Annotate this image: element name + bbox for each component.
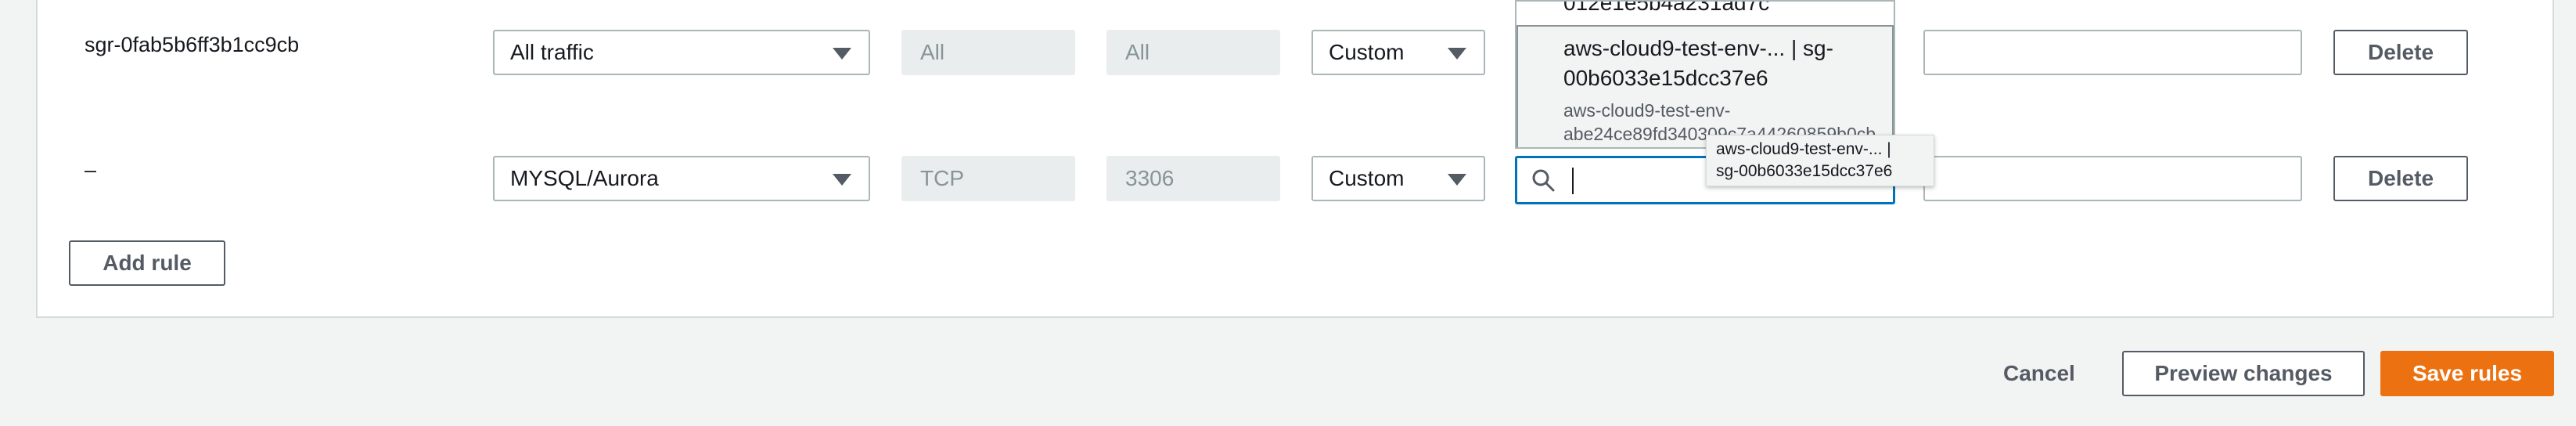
type-select-value: MYSQL/Aurora bbox=[510, 166, 659, 190]
delete-rule-button[interactable]: Delete bbox=[2333, 30, 2468, 75]
option-label-line2: 00b6033e15dcc37e6 bbox=[1563, 66, 1768, 90]
source-type-value: Custom bbox=[1329, 40, 1405, 64]
dropdown-option[interactable]: 012e1e5b4a231ad7c bbox=[1563, 2, 1769, 16]
source-type-value: Custom bbox=[1329, 166, 1405, 190]
add-rule-button[interactable]: Add rule bbox=[69, 240, 225, 286]
preview-changes-button[interactable]: Preview changes bbox=[2122, 351, 2365, 396]
source-type-select[interactable]: Custom bbox=[1311, 156, 1485, 201]
save-rules-button[interactable]: Save rules bbox=[2380, 351, 2554, 396]
caret-down-icon bbox=[1448, 48, 1466, 60]
caret-down-icon bbox=[833, 48, 851, 60]
search-icon bbox=[1532, 169, 1555, 192]
dropdown-option-selected[interactable]: aws-cloud9-test-env-... | sg- 00b6033e15… bbox=[1516, 25, 1894, 147]
tooltip-line1: aws-cloud9-test-env-... | bbox=[1716, 140, 1891, 158]
option-label-line1: aws-cloud9-test-env-... | sg- bbox=[1563, 36, 1833, 60]
type-select[interactable]: MYSQL/Aurora bbox=[493, 156, 870, 201]
description-input[interactable] bbox=[1923, 156, 2302, 201]
caret-down-icon bbox=[833, 174, 851, 186]
port-range-field: 3306 bbox=[1106, 156, 1280, 201]
protocol-field: TCP bbox=[901, 156, 1075, 201]
text-cursor bbox=[1572, 168, 1574, 194]
source-type-select[interactable]: Custom bbox=[1311, 30, 1485, 75]
port-range-field: All bbox=[1106, 30, 1280, 75]
type-select-value: All traffic bbox=[510, 40, 594, 64]
rule-id: – bbox=[85, 158, 97, 182]
option-description-line1: aws-cloud9-test-env- bbox=[1563, 100, 1731, 121]
tooltip-line2: sg-00b6033e15dcc37e6 bbox=[1716, 162, 1893, 180]
cancel-button[interactable]: Cancel bbox=[2003, 351, 2075, 396]
protocol-field: All bbox=[901, 30, 1075, 75]
description-input[interactable] bbox=[1923, 30, 2302, 75]
tooltip: aws-cloud9-test-env-... | sg-00b6033e15d… bbox=[1706, 135, 1934, 186]
caret-down-icon bbox=[1448, 174, 1466, 186]
type-select[interactable]: All traffic bbox=[493, 30, 870, 75]
source-dropdown-list: 012e1e5b4a231ad7c aws-cloud9-test-env-..… bbox=[1515, 0, 1895, 149]
delete-rule-button[interactable]: Delete bbox=[2333, 156, 2468, 201]
rule-id: sgr-0fab5b6ff3b1cc9cb bbox=[85, 33, 300, 56]
